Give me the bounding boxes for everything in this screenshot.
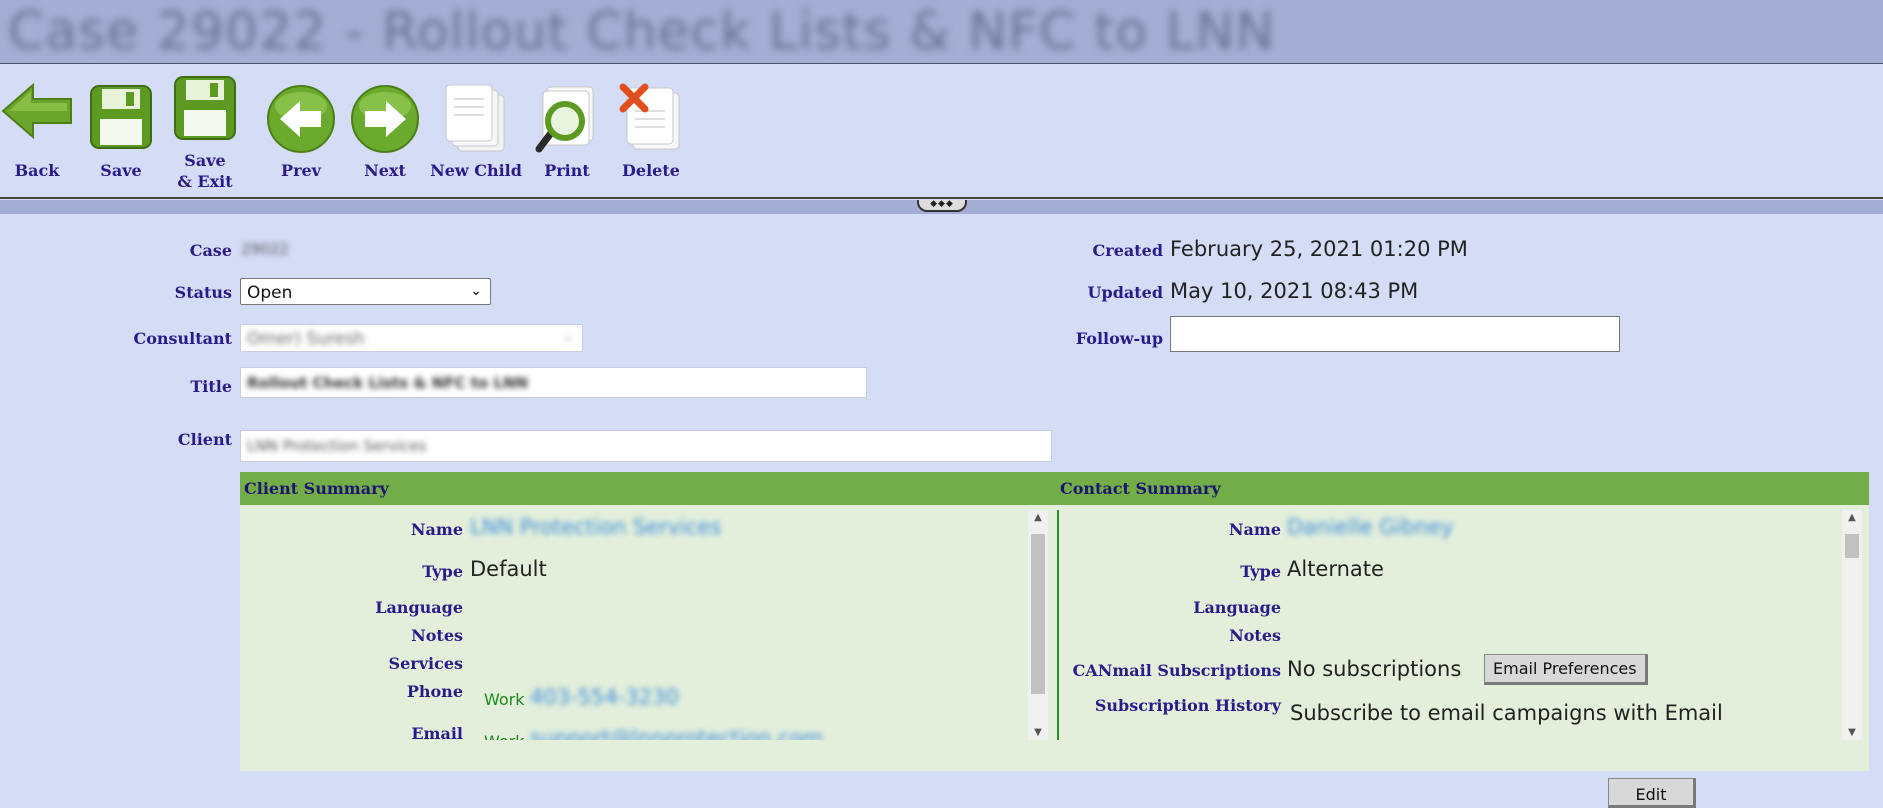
client-input[interactable]: LNN Protection Services	[240, 430, 1052, 462]
summary-header: Client Summary Contact Summary	[240, 472, 1869, 505]
save-label: Save	[100, 161, 142, 180]
print-label: Print	[544, 161, 590, 180]
subscription-history-label: Subscription History	[1094, 696, 1281, 715]
status-value: Open	[247, 283, 293, 303]
contact-name-label: Name	[1228, 520, 1281, 539]
scroll-down-icon[interactable]: ▼	[1842, 727, 1862, 738]
client-phone-link[interactable]: 403-554-3230	[530, 685, 679, 709]
new-child-label: New Child	[430, 161, 522, 180]
contact-summary-scrollbar[interactable]: ▲ ▼	[1842, 510, 1862, 740]
title-label: Title	[190, 377, 232, 396]
client-email-link[interactable]: support@lnnprotection.com	[530, 726, 823, 740]
status-select[interactable]: Open ⌄	[240, 278, 491, 305]
page-title: Case 29022 - Rollout Check Lists & NFC t…	[8, 2, 1276, 62]
back-button[interactable]: Back	[0, 65, 79, 185]
pane-splitter[interactable]: ◆◆◆	[0, 200, 1883, 214]
delete-document-icon	[619, 83, 680, 150]
canmail-subscriptions-label: CANmail Subscriptions	[1072, 661, 1281, 680]
chevron-down-icon: ⌄	[562, 329, 574, 345]
next-button[interactable]: Next	[343, 65, 427, 185]
email-preferences-button[interactable]: Email Preferences	[1484, 654, 1648, 685]
save-disk-icon	[90, 85, 152, 149]
next-label: Next	[364, 161, 406, 180]
title-bar: Case 29022 - Rollout Check Lists & NFC t…	[0, 0, 1883, 64]
new-child-button[interactable]: New Child	[430, 65, 522, 185]
client-value: LNN Protection Services	[247, 437, 427, 455]
chevron-down-icon: ⌄	[470, 283, 482, 299]
edit-button[interactable]: Edit	[1608, 778, 1696, 808]
contact-type-label: Type	[1240, 562, 1281, 581]
client-type-label: Type	[422, 562, 463, 581]
contact-name-link[interactable]: Danielle Gibney	[1287, 515, 1453, 539]
client-email-row: Work support@lnnprotection.com	[470, 726, 1030, 740]
print-magnifier-icon	[535, 86, 594, 153]
scroll-thumb[interactable]	[1845, 534, 1859, 558]
client-name-link[interactable]: LNN Protection Services	[470, 515, 721, 539]
delete-button[interactable]: Delete	[609, 65, 693, 185]
toolbar: Back Save Save & Exit Prev Next New Chil…	[0, 65, 1883, 199]
client-notes-label: Notes	[411, 626, 463, 645]
status-label: Status	[174, 283, 232, 302]
prev-button[interactable]: Prev	[259, 65, 343, 185]
client-phone-kind: Work	[484, 690, 525, 709]
splitter-handle-icon[interactable]: ◆◆◆	[917, 200, 967, 212]
contact-summary-heading: Contact Summary	[1060, 479, 1221, 498]
prev-label: Prev	[281, 161, 321, 180]
scroll-down-icon[interactable]: ▼	[1028, 727, 1048, 738]
client-summary-scrollbar[interactable]: ▲ ▼	[1028, 510, 1048, 740]
case-number: 29022	[241, 240, 289, 258]
client-label: Client	[177, 430, 232, 449]
updated-label: Updated	[1087, 283, 1163, 302]
save-exit-label: Save & Exit	[177, 151, 233, 191]
client-services-label: Services	[388, 654, 463, 673]
contact-language-label: Language	[1193, 598, 1281, 617]
case-label: Case	[189, 241, 232, 260]
save-and-exit-button[interactable]: Save & Exit	[163, 65, 247, 195]
new-child-documents-icon	[445, 84, 505, 152]
created-label: Created	[1092, 241, 1163, 260]
created-value: February 25, 2021 01:20 PM	[1170, 237, 1468, 261]
scroll-up-icon[interactable]: ▲	[1842, 512, 1862, 523]
scroll-thumb[interactable]	[1031, 534, 1045, 694]
consultant-label: Consultant	[133, 329, 232, 348]
follow-up-label: Follow-up	[1075, 329, 1163, 348]
save-button[interactable]: Save	[79, 65, 163, 185]
subscription-history-value: Subscribe to email campaigns with Email	[1290, 701, 1723, 725]
prev-arrow-icon	[267, 85, 335, 153]
canmail-subscriptions-value: No subscriptions	[1287, 657, 1462, 681]
client-email-kind: Work	[484, 732, 525, 740]
next-arrow-icon	[351, 85, 419, 153]
save-exit-disk-icon	[174, 76, 236, 140]
title-value: Rollout Check Lists & NFC to LNN	[247, 374, 529, 392]
client-language-label: Language	[375, 598, 463, 617]
contact-notes-label: Notes	[1229, 626, 1281, 645]
back-label: Back	[14, 161, 60, 180]
updated-value: May 10, 2021 08:43 PM	[1170, 279, 1419, 303]
client-name-label: Name	[410, 520, 463, 539]
summary-divider	[1057, 510, 1059, 740]
consultant-value: Omer) Suresh	[247, 329, 365, 349]
contact-type-value: Alternate	[1287, 557, 1384, 581]
client-type-value: Default	[470, 557, 547, 581]
scroll-up-icon[interactable]: ▲	[1028, 512, 1048, 523]
title-input[interactable]: Rollout Check Lists & NFC to LNN	[240, 367, 867, 398]
client-summary-heading: Client Summary	[244, 479, 389, 498]
client-phone-label: Phone	[406, 682, 463, 701]
follow-up-input[interactable]	[1170, 316, 1620, 352]
back-arrow-icon	[1, 83, 72, 139]
delete-label: Delete	[622, 161, 680, 180]
client-email-label: Email	[411, 724, 463, 743]
print-button[interactable]: Print	[525, 65, 609, 185]
consultant-select[interactable]: Omer) Suresh ⌄	[240, 324, 583, 352]
